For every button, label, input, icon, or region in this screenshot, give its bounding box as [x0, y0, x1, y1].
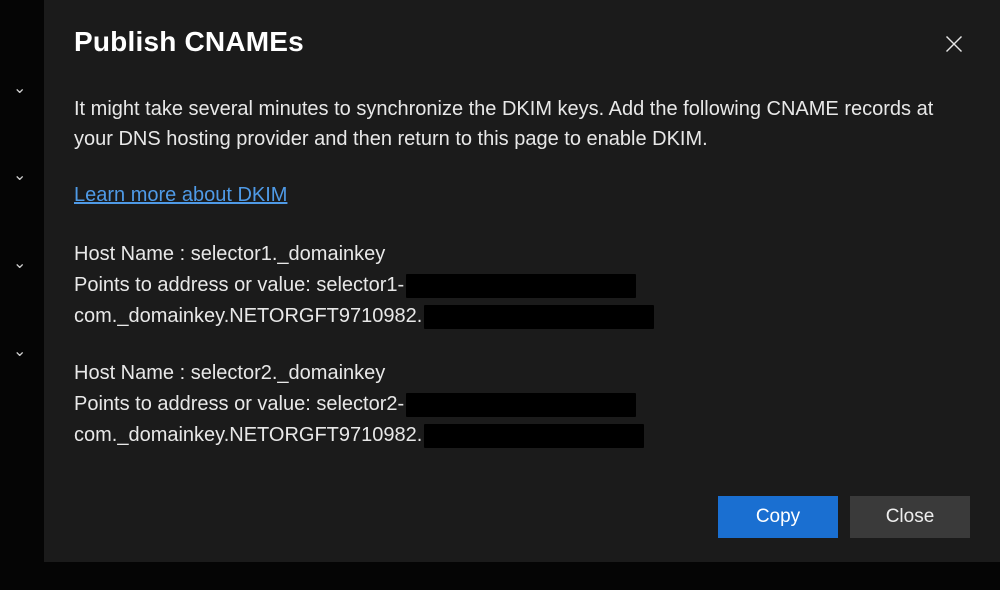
record-points-value: selector2- — [316, 393, 404, 415]
chevron-down-icon[interactable]: ⌄ — [13, 165, 26, 185]
record-host-line: Host Name : selector2._domainkey — [74, 358, 970, 389]
record-points-label: Points to address or value: — [74, 274, 311, 296]
background-bottom-strip — [44, 562, 1000, 590]
dns-record: Host Name : selector1._domainkey Points … — [74, 239, 970, 332]
close-icon — [945, 35, 963, 53]
panel-header: Publish CNAMEs — [74, 26, 970, 60]
record-points-value: com._domainkey.NETORGFT9710982. — [74, 305, 422, 327]
panel-footer-buttons: Copy Close — [74, 478, 970, 538]
copy-button[interactable]: Copy — [718, 496, 838, 538]
panel-title: Publish CNAMEs — [74, 26, 304, 58]
close-button[interactable] — [938, 28, 970, 60]
record-host-value: selector2._domainkey — [191, 362, 386, 384]
record-host-line: Host Name : selector1._domainkey — [74, 239, 970, 270]
record-points-value: selector1- — [316, 274, 404, 296]
record-points-line: com._domainkey.NETORGFT9710982. — [74, 420, 970, 451]
record-host-value: selector1._domainkey — [191, 243, 386, 265]
record-points-label: Points to address or value: — [74, 393, 311, 415]
record-points-line: com._domainkey.NETORGFT9710982. — [74, 301, 970, 332]
redacted-text — [406, 274, 636, 298]
panel-description: It might take several minutes to synchro… — [74, 94, 954, 154]
record-host-label: Host Name : — [74, 243, 185, 265]
dns-record: Host Name : selector2._domainkey Points … — [74, 358, 970, 451]
record-points-line: Points to address or value: selector2- — [74, 389, 970, 420]
chevron-down-icon[interactable]: ⌄ — [13, 341, 26, 361]
record-points-value: com._domainkey.NETORGFT9710982. — [74, 424, 422, 446]
redacted-text — [424, 305, 654, 329]
redacted-text — [424, 424, 644, 448]
record-host-label: Host Name : — [74, 362, 185, 384]
learn-more-link[interactable]: Learn more about DKIM — [74, 184, 970, 207]
chevron-down-icon[interactable]: ⌄ — [13, 253, 26, 273]
chevron-down-icon[interactable]: ⌄ — [13, 78, 26, 98]
redacted-text — [406, 393, 636, 417]
publish-cnames-panel: Publish CNAMEs It might take several min… — [44, 0, 1000, 562]
record-points-line: Points to address or value: selector1- — [74, 270, 970, 301]
close-panel-button[interactable]: Close — [850, 496, 970, 538]
